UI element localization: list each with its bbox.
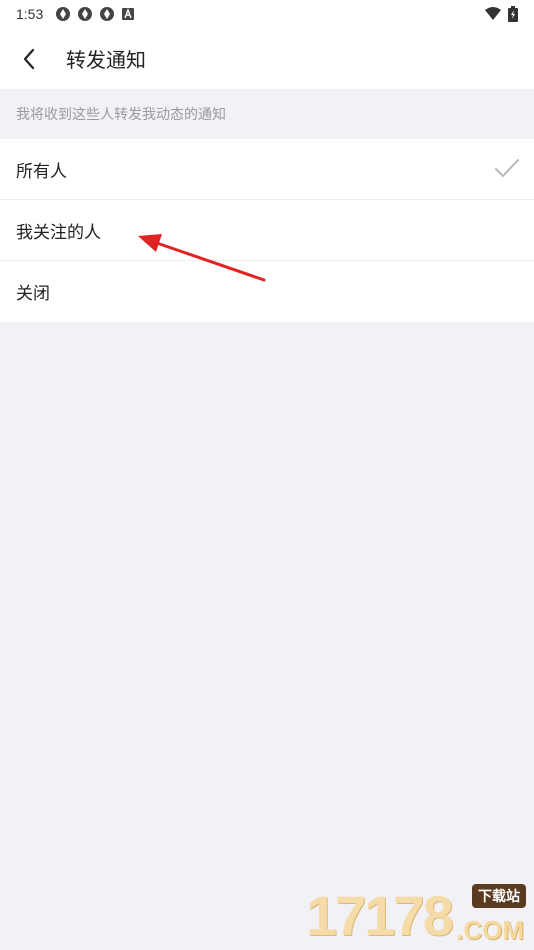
system-icons [484, 6, 518, 22]
back-button[interactable] [0, 28, 58, 89]
chevron-left-icon [23, 48, 35, 69]
option-label: 所有人 [16, 161, 67, 182]
notification-icons [55, 6, 135, 22]
option-label: 我关注的人 [16, 222, 101, 243]
section-hint: 我将收到这些人转发我动态的通知 [16, 107, 226, 123]
watermark-domain: .COM [456, 915, 524, 945]
top-app-bar: 转发通知 [0, 28, 534, 89]
watermark-tag: 下载站 [472, 884, 526, 908]
watermark-numbers: 17178 [306, 884, 454, 947]
checkmark-icon [495, 159, 519, 177]
screen: 1:53 转发通知 我将收到这些人转发我动态的通知 所有人 我关注的人 关闭 1… [0, 0, 534, 950]
sync-icon [100, 7, 115, 21]
wifi-icon [485, 7, 501, 20]
option-label: 关闭 [16, 284, 50, 304]
status-bar: 1:53 [0, 0, 534, 28]
status-time: 1:53 [16, 6, 44, 22]
battery-charging-icon [508, 6, 518, 22]
sync-icon [56, 7, 71, 21]
page-title: 转发通知 [66, 48, 146, 72]
sync-icon [78, 7, 93, 21]
font-a-icon [122, 8, 135, 20]
annotation-arrow-icon [138, 234, 266, 282]
option-everyone[interactable]: 所有人 [0, 139, 534, 200]
watermark-logo: 17178 下载站 .COM [306, 884, 528, 948]
